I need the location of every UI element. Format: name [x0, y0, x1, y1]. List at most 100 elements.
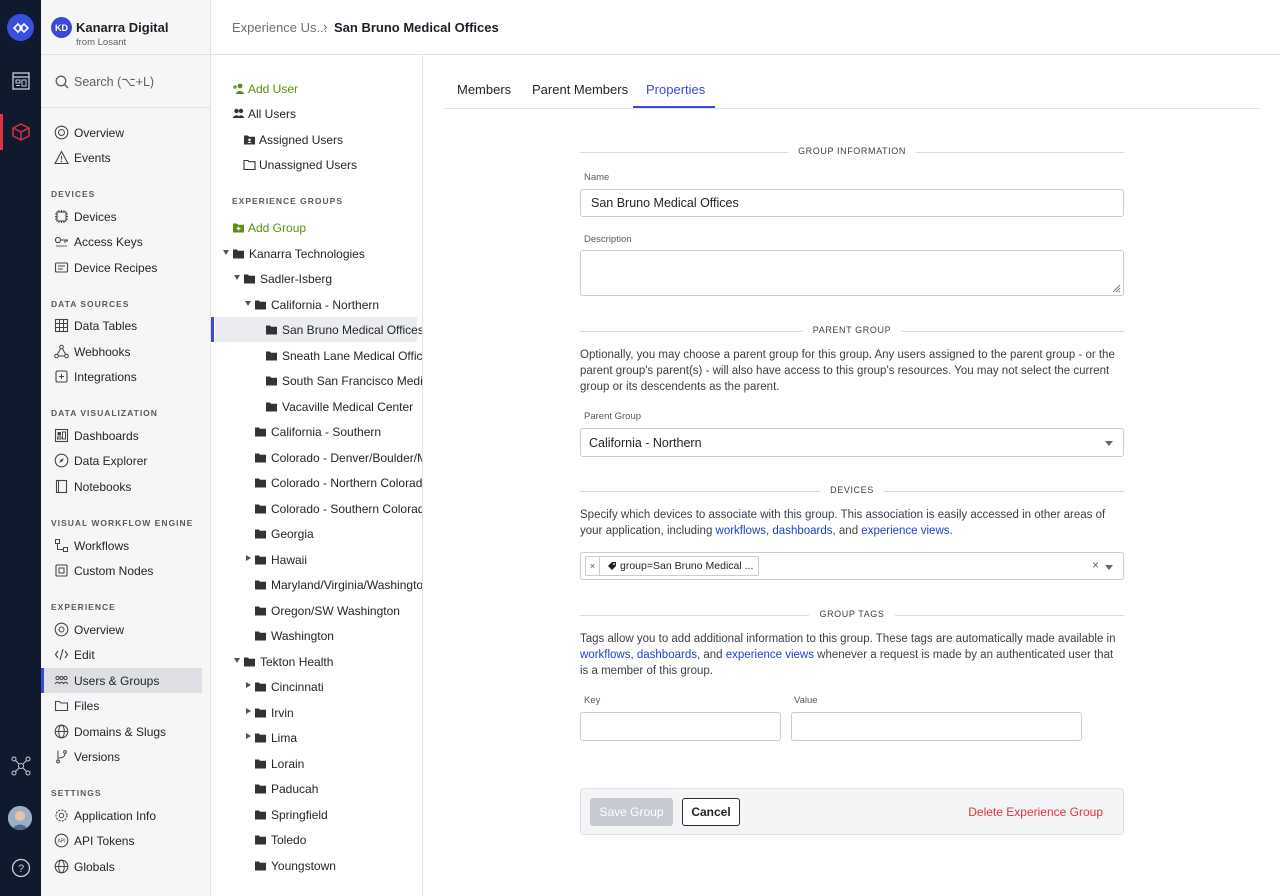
tree-group-row[interactable]: Tekton Health — [211, 649, 422, 674]
nav-item-versions[interactable]: Versions — [41, 744, 202, 769]
tree-group-row[interactable]: Georgia — [211, 521, 422, 546]
search-button[interactable]: Search (⌥+L) — [41, 55, 210, 108]
remove-tag-icon[interactable]: × — [586, 557, 600, 575]
tree-unassigned-users[interactable]: Unassigned Users — [211, 152, 422, 177]
nav-item-experience-overview[interactable]: Overview — [41, 617, 202, 642]
tree-group-row[interactable]: Lima — [211, 725, 422, 750]
tree-group-row[interactable]: Paducah — [211, 776, 422, 801]
tab-parent-members[interactable]: Parent Members — [532, 82, 628, 97]
name-input[interactable]: San Bruno Medical Offices — [580, 189, 1124, 217]
collapsed-caret-icon[interactable] — [246, 682, 251, 688]
nav-item-users-groups[interactable]: Users & Groups — [41, 668, 202, 693]
section-title-text: DEVICES — [820, 485, 884, 495]
add-user-link[interactable]: Add User — [211, 76, 422, 101]
parent-group-select[interactable]: California - Northern — [580, 428, 1124, 457]
experience-views-link[interactable]: experience views — [726, 649, 814, 661]
nav-item-files[interactable]: Files — [41, 693, 202, 718]
tab-properties[interactable]: Properties — [646, 82, 705, 97]
breadcrumb-parent[interactable]: Experience Us... — [232, 20, 327, 35]
nav-item-notebooks[interactable]: Notebooks — [41, 474, 202, 499]
network-icon[interactable] — [0, 746, 41, 786]
nav-item-api-tokens[interactable]: API API Tokens — [41, 828, 202, 853]
tree-group-row[interactable]: Cincinnati — [211, 674, 422, 699]
section-title: DEVICES — [580, 485, 1124, 495]
tag-value-input[interactable] — [791, 712, 1082, 741]
workflows-link[interactable]: workflows — [716, 525, 766, 537]
description-textarea[interactable] — [580, 250, 1124, 296]
nav-item-device-recipes[interactable]: Device Recipes — [41, 255, 202, 280]
save-group-button[interactable]: Save Group — [590, 798, 673, 826]
nav-item-edit[interactable]: Edit — [41, 642, 202, 667]
collapsed-caret-icon[interactable] — [246, 708, 251, 714]
code-edit-icon — [54, 648, 69, 661]
tree-assigned-users[interactable]: Assigned Users — [211, 127, 422, 152]
add-group-link[interactable]: Add Group — [211, 215, 422, 240]
tree-group-row[interactable]: California - Northern — [211, 292, 422, 317]
nav-item-webhooks[interactable]: Webhooks — [41, 339, 202, 364]
tag-key-input[interactable] — [580, 712, 781, 741]
nav-item-overview[interactable]: Overview — [41, 120, 202, 145]
expanded-caret-icon[interactable] — [234, 658, 240, 663]
delete-group-button[interactable]: Delete Experience Group — [968, 805, 1103, 819]
help-icon[interactable]: ? — [0, 848, 41, 888]
tree-group-row[interactable]: California - Southern — [211, 419, 422, 444]
cancel-button[interactable]: Cancel — [682, 798, 740, 826]
tree-group-row[interactable]: Washington — [211, 623, 422, 648]
tree-group-row-selected[interactable]: San Bruno Medical Offices — [211, 317, 422, 342]
nav-item-data-explorer[interactable]: Data Explorer — [41, 448, 202, 473]
tab-members[interactable]: Members — [457, 82, 511, 97]
nav-item-integrations[interactable]: Integrations — [41, 364, 202, 389]
tree-group-row[interactable]: Kanarra Technologies — [211, 241, 422, 266]
tree-group-row[interactable]: Sneath Lane Medical Offices — [211, 343, 422, 368]
tree-group-row[interactable]: Springfield — [211, 802, 422, 827]
dropdown-arrow-icon[interactable] — [1105, 565, 1113, 570]
section-group-information: GROUP INFORMATION — [580, 146, 1124, 160]
tree-all-users[interactable]: All Users — [211, 101, 422, 126]
experience-views-link[interactable]: experience views — [861, 525, 949, 537]
losant-logo-icon[interactable] — [7, 14, 34, 41]
tree-group-row[interactable]: Maryland/Virginia/Washington — [211, 572, 422, 597]
tree-group-row[interactable]: Hawaii — [211, 547, 422, 572]
tree-group-row[interactable]: South San Francisco Medical — [211, 368, 422, 393]
tree-group-row[interactable]: Colorado - Southern Colorado — [211, 496, 422, 521]
dashboards-link[interactable]: dashboards — [637, 649, 697, 661]
section-title: PARENT GROUP — [580, 325, 1124, 335]
nav-item-events[interactable]: Events — [41, 145, 202, 170]
nav-item-devices[interactable]: Devices — [41, 204, 202, 229]
tree-group-row[interactable]: Sadler-Isberg — [211, 266, 422, 291]
application-cube-icon[interactable] — [0, 112, 41, 152]
nav-item-workflows[interactable]: Workflows — [41, 533, 202, 558]
user-avatar[interactable] — [8, 806, 32, 830]
nav-item-access-keys[interactable]: Access Keys — [41, 229, 202, 254]
dashboards-link[interactable]: dashboards — [772, 525, 832, 537]
tree-group-row[interactable]: Colorado - Northern Colorado — [211, 470, 422, 495]
tree-group-row[interactable]: Colorado - Denver/Boulder/Metro — [211, 445, 422, 470]
nav-label: Application Info — [74, 809, 157, 823]
device-query-select[interactable]: × group=San Bruno Medical ... × — [580, 552, 1124, 580]
nav-label: Edit — [74, 648, 95, 662]
nav-item-domains-slugs[interactable]: Domains & Slugs — [41, 719, 202, 744]
collapsed-caret-icon[interactable] — [246, 733, 251, 739]
parent-group-label: Parent Group — [584, 411, 642, 422]
resize-handle-icon[interactable] — [1112, 284, 1121, 293]
tree-group-row[interactable]: Lorain — [211, 751, 422, 776]
tree-group-row[interactable]: Toledo — [211, 827, 422, 852]
nav-item-application-info[interactable]: Application Info — [41, 803, 202, 828]
tree-group-row[interactable]: Irvin — [211, 700, 422, 725]
tree-group-row[interactable]: Oregon/SW Washington — [211, 598, 422, 623]
expanded-caret-icon[interactable] — [234, 275, 240, 280]
expanded-caret-icon[interactable] — [245, 301, 251, 306]
clear-selection-icon[interactable]: × — [1092, 558, 1099, 572]
folder-icon — [266, 351, 277, 361]
nav-item-data-tables[interactable]: Data Tables — [41, 313, 202, 338]
workflows-link[interactable]: workflows — [580, 649, 630, 661]
nav-item-globals[interactable]: Globals — [41, 854, 202, 879]
tree-group-row[interactable]: Youngstown — [211, 853, 422, 878]
tree-group-row[interactable]: Vacaville Medical Center — [211, 394, 422, 419]
nav-item-custom-nodes[interactable]: Custom Nodes — [41, 558, 202, 583]
nav-item-dashboards[interactable]: Dashboards — [41, 423, 202, 448]
collapsed-caret-icon[interactable] — [246, 555, 251, 561]
dashboard-icon[interactable] — [0, 61, 41, 101]
expanded-caret-icon[interactable] — [223, 250, 229, 255]
app-switcher[interactable]: KD Kanarra Digital from Losant — [41, 0, 210, 55]
